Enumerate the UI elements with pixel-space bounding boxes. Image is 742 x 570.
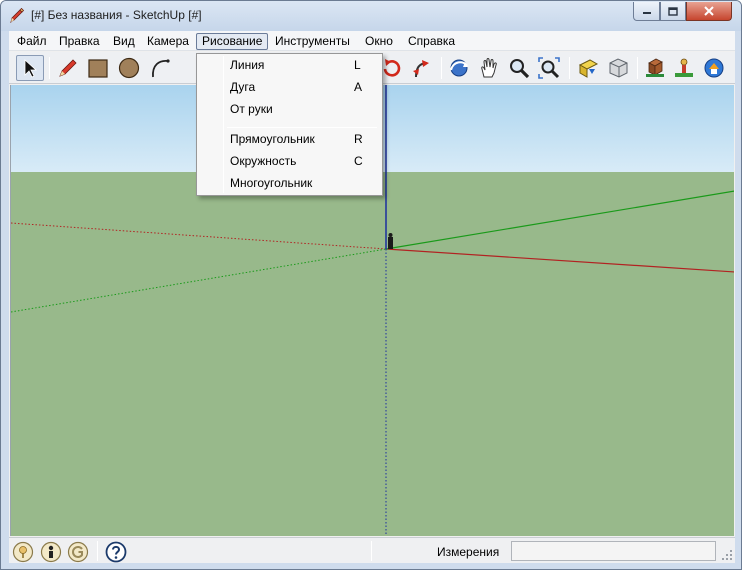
menu-bar: Файл Правка Вид Камера Рисование Инструм…	[9, 31, 735, 51]
draw-menu-item-polygon[interactable]: Многоугольник	[199, 173, 380, 193]
draw-menu-item-rectangle[interactable]: Прямоугольник R	[199, 129, 380, 149]
menu-item-label: Многоугольник	[230, 176, 313, 190]
pan-hand-icon	[481, 58, 497, 78]
follow-me-tool-button[interactable]	[407, 55, 435, 81]
menu-edit[interactable]: Правка	[54, 33, 105, 50]
menu-file[interactable]: Файл	[12, 33, 52, 50]
minimize-icon	[642, 12, 651, 14]
statusbar-separator	[97, 541, 98, 561]
line-tool-button[interactable]	[54, 55, 82, 81]
zoom-tool-button[interactable]	[505, 55, 533, 81]
menu-item-shortcut: L	[354, 58, 361, 72]
rectangle-tool-button[interactable]	[84, 55, 112, 81]
minimize-button[interactable]	[633, 2, 660, 21]
orbit-icon	[450, 59, 468, 77]
location-icon	[675, 58, 693, 77]
menu-item-shortcut: R	[354, 132, 363, 146]
share-model-tool-button[interactable]	[604, 55, 632, 81]
rotate-icon	[383, 59, 401, 77]
red-axis-dotted	[11, 222, 387, 250]
draw-menu-dropdown: Линия L Дуга A От руки Прямоугольник R О…	[196, 53, 383, 196]
arc-icon	[152, 59, 170, 78]
pencil-line-icon	[59, 59, 77, 77]
red-axis-solid	[385, 248, 734, 273]
zoom-extents-icon	[538, 57, 560, 79]
menu-draw[interactable]: Рисование	[196, 33, 269, 50]
geo-location-icon[interactable]	[12, 541, 34, 563]
status-hint-text	[134, 541, 371, 561]
menu-separator	[227, 127, 377, 128]
toolbar-separator	[441, 57, 442, 79]
google-sign-in-icon[interactable]	[67, 541, 89, 563]
orbit-tool-button[interactable]	[445, 55, 473, 81]
menu-item-shortcut: C	[354, 154, 363, 168]
close-icon	[704, 6, 714, 16]
menu-item-label: Прямоугольник	[230, 132, 315, 146]
menu-item-label: Линия	[230, 58, 265, 72]
get-models-icon	[578, 59, 599, 78]
sketchup-window: [#] Без названия - SketchUp [#] Файл Пра…	[0, 0, 742, 570]
draw-menu-item-circle[interactable]: Окружность C	[199, 151, 380, 171]
credits-person-icon[interactable]	[40, 541, 62, 563]
menu-item-label: Окружность	[230, 154, 297, 168]
menu-camera[interactable]: Камера	[142, 33, 194, 50]
components-icon	[646, 58, 664, 77]
resize-grip-icon[interactable]	[721, 549, 733, 561]
close-button[interactable]	[686, 2, 732, 21]
scale-figure	[388, 233, 393, 249]
menu-window[interactable]: Окно	[360, 33, 398, 50]
draw-menu-item-line[interactable]: Линия L	[199, 55, 380, 75]
google-earth-icon	[704, 58, 724, 78]
arc-tool-button[interactable]	[146, 55, 174, 81]
sketchup-pencil-icon	[10, 7, 25, 23]
components-tool-button[interactable]	[641, 55, 669, 81]
share-model-icon	[609, 58, 628, 78]
menu-item-label: От руки	[230, 102, 273, 116]
menu-item-label: Дуга	[230, 80, 256, 94]
help-question-icon[interactable]	[105, 541, 127, 563]
maximize-icon	[668, 6, 678, 16]
circle-icon	[118, 57, 140, 79]
get-models-tool-button[interactable]	[574, 55, 602, 81]
toolbar-separator	[569, 57, 570, 79]
zoom-icon	[510, 59, 530, 79]
circle-tool-button[interactable]	[115, 55, 143, 81]
zoom-extents-tool-button[interactable]	[535, 55, 563, 81]
menu-tools[interactable]: Инструменты	[270, 33, 355, 50]
green-axis-dotted	[11, 248, 387, 313]
rectangle-icon	[88, 59, 108, 78]
window-title: [#] Без названия - SketchUp [#]	[31, 8, 202, 22]
draw-menu-item-freehand[interactable]: От руки	[199, 99, 380, 119]
title-bar[interactable]: [#] Без названия - SketchUp [#]	[1, 1, 741, 31]
draw-menu-item-arc[interactable]: Дуга A	[199, 77, 380, 97]
select-arrow-icon	[24, 59, 38, 78]
toolbar-separator	[637, 57, 638, 79]
maximize-button[interactable]	[660, 2, 686, 21]
measurements-input[interactable]	[511, 541, 716, 561]
green-axis-solid	[385, 190, 734, 250]
toolbar-separator	[49, 57, 50, 79]
statusbar-separator	[371, 541, 372, 561]
google-earth-tool-button[interactable]	[700, 55, 728, 81]
menu-help[interactable]: Справка	[403, 33, 460, 50]
select-tool-button[interactable]	[16, 55, 44, 81]
follow-me-icon	[413, 60, 429, 78]
pan-tool-button[interactable]	[475, 55, 503, 81]
menu-view[interactable]: Вид	[108, 33, 140, 50]
menu-item-shortcut: A	[354, 80, 363, 94]
measurements-label: Измерения	[437, 545, 500, 559]
status-bar: Измерения	[9, 537, 735, 563]
location-tool-button[interactable]	[670, 55, 698, 81]
